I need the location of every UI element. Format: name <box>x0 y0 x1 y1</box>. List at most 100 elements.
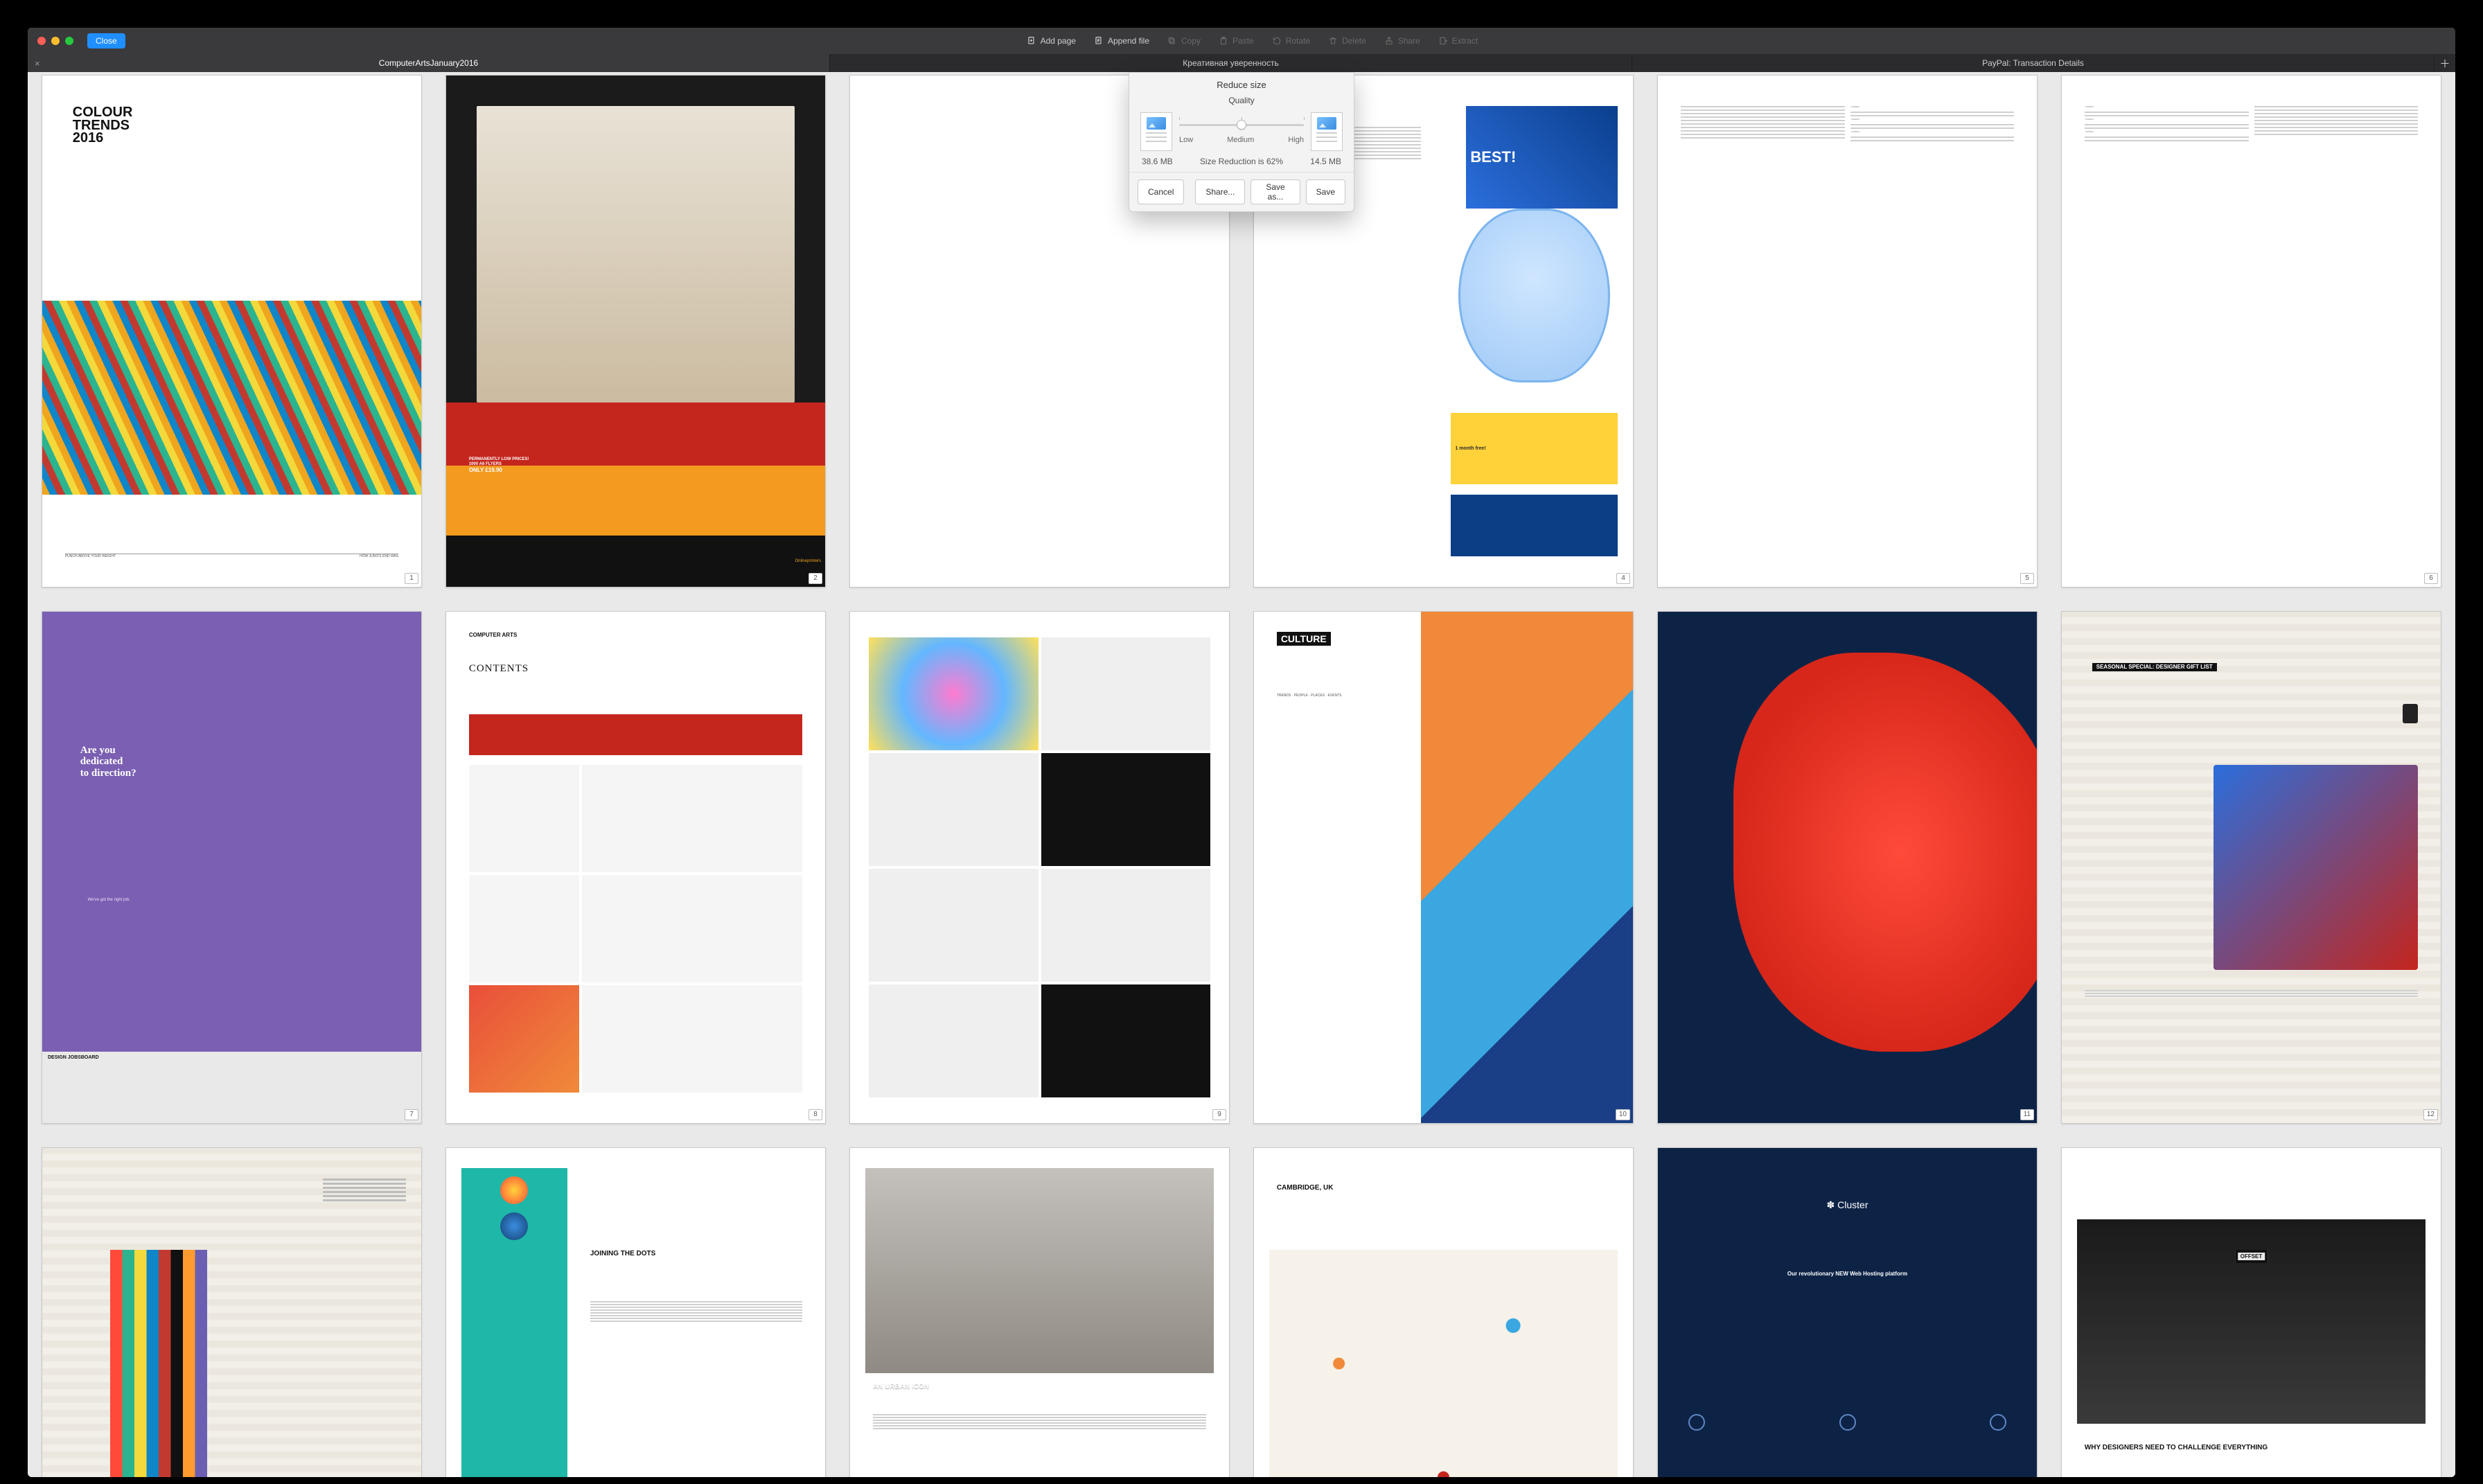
traffic-close[interactable] <box>37 37 46 45</box>
tab-close-icon[interactable]: × <box>35 58 40 69</box>
thumb9-grid <box>869 637 1210 1097</box>
extract-button[interactable]: Extract <box>1438 36 1478 46</box>
tab-paypal[interactable]: PayPal: Transaction Details <box>1632 54 2435 72</box>
quality-medium-label: Medium <box>1227 136 1254 144</box>
thumb6-columns <box>2085 106 2418 556</box>
titlebar: Close Add page Append file Copy Paste Ro… <box>28 28 2455 54</box>
original-doc-icon <box>1140 112 1172 151</box>
page-thumb-11[interactable]: 11 <box>1657 611 2038 1124</box>
new-tab-button[interactable]: ＋ <box>2435 54 2455 72</box>
traffic-maximize[interactable] <box>65 37 73 45</box>
tab-label: Креативная уверенность <box>1183 58 1278 68</box>
tabbar: × ComputerArtsJanuary2016 Креативная уве… <box>28 54 2455 72</box>
delete-label: Delete <box>1342 36 1366 46</box>
thumb4-headline: BEST! <box>1466 106 1618 209</box>
dialog-buttons: Cancel Share... Save as... Save <box>1129 172 1354 211</box>
extract-icon <box>1438 36 1448 46</box>
tab-computer-arts[interactable]: × ComputerArtsJanuary2016 <box>28 54 830 72</box>
page-thumb-16[interactable]: CAMBRIDGE, UK <box>1253 1147 1634 1477</box>
paste-button[interactable]: Paste <box>1219 36 1254 46</box>
thumb4-foot <box>1451 495 1618 556</box>
page-number-badge: 9 <box>1212 1109 1226 1120</box>
save-as-button[interactable]: Save as... <box>1251 179 1300 204</box>
page-thumb-17[interactable]: ✽ Cluster Our revolutionary NEW Web Host… <box>1657 1147 2038 1477</box>
thumb14-title: JOINING THE DOTS <box>590 1250 655 1257</box>
tab-creative-confidence[interactable]: Креативная уверенность <box>830 54 1632 72</box>
share-label: Share <box>1398 36 1420 46</box>
add-page-icon <box>1027 36 1036 46</box>
page-thumb-6[interactable]: 6 <box>2061 75 2441 588</box>
thumb10-hdr: CULTURE <box>1277 632 1331 646</box>
page-thumb-2[interactable]: PERMANENTLY LOW PRICES! 1000 A6 FLYERS O… <box>445 75 826 588</box>
share-dialog-button[interactable]: Share... <box>1195 179 1245 204</box>
page-thumb-8[interactable]: COMPUTER ARTS CONTENTS 8 <box>445 611 826 1124</box>
ssl-icon <box>1990 1414 2006 1431</box>
cancel-button[interactable]: Cancel <box>1138 179 1184 204</box>
append-file-button[interactable]: Append file <box>1094 36 1149 46</box>
copy-button[interactable]: Copy <box>1167 36 1201 46</box>
extract-label: Extract <box>1452 36 1478 46</box>
page-number-badge: 11 <box>2020 1109 2034 1120</box>
page-thumb-15[interactable]: AN URBAN ICON <box>849 1147 1230 1477</box>
quality-label: Quality <box>1129 91 1354 108</box>
size-after: 14.5 MB <box>1310 157 1341 166</box>
tab-label: ComputerArtsJanuary2016 <box>379 58 478 68</box>
page-thumb-10[interactable]: CULTURE TRENDS · PEOPLE · PLACES · EVENT… <box>1253 611 1634 1124</box>
thumb12-product <box>2214 765 2418 969</box>
thumb7-brand: DESIGN JOBSBOARD <box>42 1052 421 1123</box>
page-thumb-13[interactable] <box>42 1147 422 1477</box>
thumb8-title: CONTENTS <box>469 663 529 675</box>
thumb13-books <box>110 1250 262 1477</box>
reduction-text: Size Reduction is 62% <box>1200 157 1283 166</box>
traffic-minimize[interactable] <box>51 37 60 45</box>
app-window: Close Add page Append file Copy Paste Ro… <box>28 28 2455 1477</box>
thumb18-badge: OFFSET <box>2235 1250 2268 1263</box>
thumb17-line: Our revolutionary NEW Web Hosting platfo… <box>1696 1271 1999 1277</box>
page-thumb-7[interactable]: Are you dedicated to direction? We've go… <box>42 611 422 1124</box>
page-thumb-5[interactable]: 5 <box>1657 75 2038 588</box>
page-thumb-18[interactable]: OFFSET WHY DESIGNERS NEED TO CHALLENGE E… <box>2061 1147 2441 1477</box>
thumb7-sub: We've got the right job. <box>88 898 130 902</box>
delete-button[interactable]: Delete <box>1328 36 1366 46</box>
slider-knob[interactable] <box>1237 120 1246 130</box>
rotate-label: Rotate <box>1286 36 1310 46</box>
quality-low-label: Low <box>1179 136 1193 144</box>
share-icon <box>1384 36 1394 46</box>
thumb4-band: 1 month free! <box>1451 413 1618 484</box>
page-number-badge: 10 <box>1616 1109 1630 1120</box>
close-button[interactable]: Close <box>87 33 125 48</box>
page-number-badge: 8 <box>808 1109 822 1120</box>
save-button[interactable]: Save <box>1306 179 1345 204</box>
page-thumb-14[interactable]: JOINING THE DOTS <box>445 1147 826 1477</box>
add-page-button[interactable]: Add page <box>1027 36 1076 46</box>
size-before: 38.6 MB <box>1142 157 1173 166</box>
append-file-icon <box>1094 36 1104 46</box>
page-thumb-12[interactable]: SEASONAL SPECIAL: DESIGNER GIFT LIST 12 <box>2061 611 2441 1124</box>
page-number-badge: 2 <box>808 573 822 584</box>
thumb4-cloud <box>1458 209 1610 382</box>
rotate-button[interactable]: Rotate <box>1272 36 1310 46</box>
thumb12-mug <box>2403 704 2418 723</box>
thumb14-left <box>461 1168 567 1477</box>
thumb2-copy: PERMANENTLY LOW PRICES! 1000 A6 FLYERS O… <box>469 457 529 475</box>
thumb1-title: COLOUR TRENDS 2016 <box>73 106 391 144</box>
sizes-row: 38.6 MB Size Reduction is 62% 14.5 MB <box>1129 154 1354 172</box>
thumb18-headline: WHY DESIGNERS NEED TO CHALLENGE EVERYTHI… <box>2085 1445 2268 1451</box>
thumb15-title: AN URBAN ICON <box>873 1383 929 1390</box>
share-button[interactable]: Share <box>1384 36 1420 46</box>
page-thumb-1[interactable]: COLOUR TRENDS 2016 PUNCH ABOVE YOUR WEIG… <box>42 75 422 588</box>
page-number-badge: 6 <box>2424 573 2438 584</box>
thumb8-pre: COMPUTER ARTS <box>469 632 517 638</box>
thumb13-sidebar <box>323 1178 406 1477</box>
thumb2-brand: Onlineprinters <box>446 536 825 587</box>
reduce-size-dialog: Reduce size Quality Low Medium High <box>1129 72 1354 212</box>
add-page-label: Add page <box>1041 36 1076 46</box>
thumb2-photo <box>477 106 795 403</box>
quality-high-label: High <box>1288 136 1304 144</box>
page-thumb-9[interactable]: 9 <box>849 611 1230 1124</box>
thumb5-columns <box>1681 106 2014 556</box>
rotate-icon <box>1272 36 1282 46</box>
copy-label: Copy <box>1181 36 1201 46</box>
thumbnail-grid-container[interactable]: COLOUR TRENDS 2016 PUNCH ABOVE YOUR WEIG… <box>28 72 2455 1477</box>
quality-slider[interactable]: Low Medium High <box>1179 119 1304 144</box>
